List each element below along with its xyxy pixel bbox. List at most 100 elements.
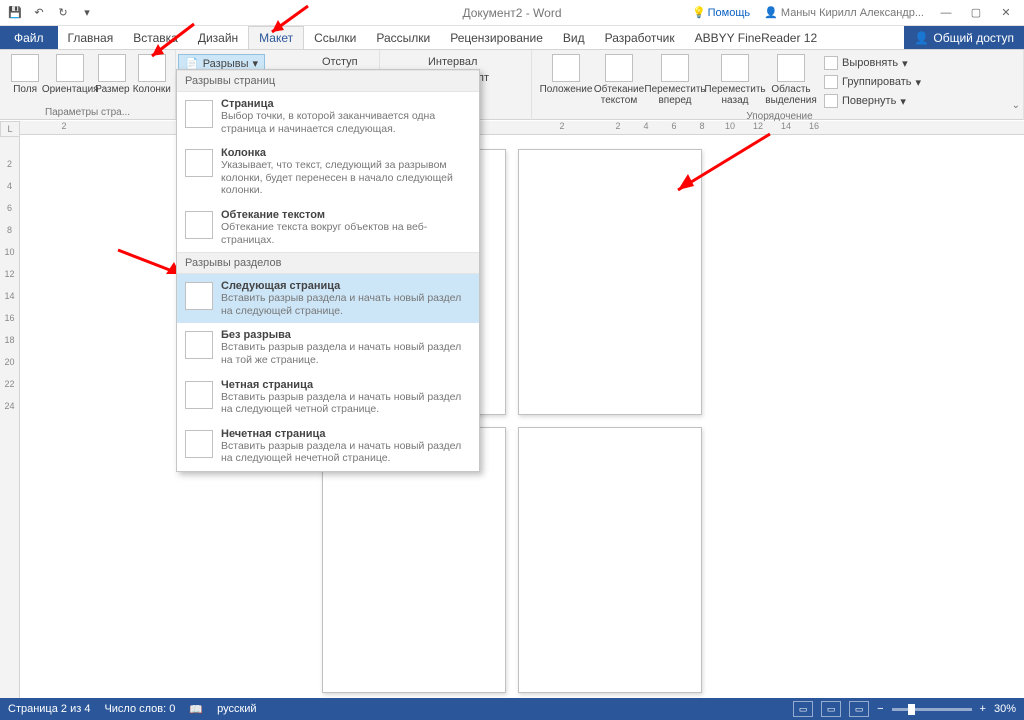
- forward-label: Переместить вперед: [644, 84, 705, 106]
- align-button[interactable]: Выровнять ▾: [818, 54, 927, 72]
- break-page-desc: Выбор точки, в которой заканчивается одн…: [221, 110, 471, 135]
- breaks-label: Разрывы: [203, 58, 249, 70]
- margins-button[interactable]: Поля: [4, 52, 46, 106]
- tab-home[interactable]: Главная: [58, 26, 124, 49]
- document-page[interactable]: [518, 149, 702, 415]
- forward-icon: [661, 54, 689, 82]
- vruler-mark: 8: [0, 225, 19, 247]
- group-label: Группировать: [842, 76, 912, 88]
- rotate-icon: [824, 94, 838, 108]
- send-backward-button[interactable]: Переместить назад: [706, 52, 764, 110]
- align-icon: [824, 56, 838, 70]
- tab-mailings[interactable]: Рассылки: [366, 26, 440, 49]
- view-read-mode[interactable]: ▭: [793, 701, 813, 717]
- section-even-page-item[interactable]: Четная страницаВставить разрыв раздела и…: [177, 373, 479, 422]
- zoom-level[interactable]: 30%: [994, 703, 1016, 715]
- position-icon: [552, 54, 580, 82]
- zoom-out-button[interactable]: −: [877, 703, 883, 715]
- columns-button[interactable]: Колонки: [133, 52, 171, 106]
- vruler-mark: 4: [0, 181, 19, 203]
- breaks-dropdown: Разрывы страниц СтраницаВыбор точки, в к…: [176, 69, 480, 472]
- tab-view[interactable]: Вид: [553, 26, 595, 49]
- rotate-button[interactable]: Повернуть ▾: [818, 92, 927, 110]
- columns-label: Колонки: [133, 84, 171, 95]
- tab-layout[interactable]: Макет: [248, 26, 304, 49]
- break-page-item[interactable]: СтраницаВыбор точки, в которой заканчива…: [177, 92, 479, 141]
- qat-redo[interactable]: ↻: [52, 2, 74, 24]
- columns-icon: [138, 54, 166, 82]
- break-column-icon: [185, 149, 213, 177]
- status-language[interactable]: русский: [217, 703, 256, 715]
- collapse-ribbon-chevron[interactable]: ⌄: [1012, 100, 1020, 111]
- section-continuous-desc: Вставить разрыв раздела и начать новый р…: [221, 341, 471, 366]
- hruler-mark: 2: [604, 121, 632, 134]
- horizontal-ruler[interactable]: 2 2 2 4 6 8 10 12 14 16: [20, 121, 1024, 135]
- status-word-count[interactable]: Число слов: 0: [104, 703, 175, 715]
- window-title: Документ2 - Word: [462, 6, 561, 20]
- user-name-label: Маныч Кирилл Александр...: [781, 7, 924, 19]
- orientation-button[interactable]: Ориентация: [48, 52, 92, 106]
- tab-review[interactable]: Рецензирование: [440, 26, 553, 49]
- qat-undo[interactable]: ↶: [28, 2, 50, 24]
- wrap-text-button[interactable]: Обтекание текстом: [594, 52, 644, 110]
- tab-design[interactable]: Дизайн: [188, 26, 248, 49]
- selection-pane-button[interactable]: Область выделения: [766, 52, 816, 110]
- bring-forward-button[interactable]: Переместить вперед: [646, 52, 704, 110]
- window-close[interactable]: ✕: [992, 2, 1020, 24]
- window-minimize[interactable]: —: [932, 2, 960, 24]
- tab-file[interactable]: Файл: [0, 26, 58, 49]
- status-proofing-icon[interactable]: 📖: [189, 703, 203, 716]
- vruler-mark: 14: [0, 291, 19, 313]
- position-label: Положение: [540, 84, 593, 95]
- margins-icon: [11, 54, 39, 82]
- selection-icon: [777, 54, 805, 82]
- qat-customize[interactable]: ▾: [76, 2, 98, 24]
- section-next-page-icon: [185, 282, 213, 310]
- vertical-ruler[interactable]: 2 4 6 8 10 12 14 16 18 20 22 24: [0, 137, 20, 698]
- tab-developer[interactable]: Разработчик: [595, 26, 685, 49]
- hruler-mark: 2: [548, 121, 576, 134]
- workspace[interactable]: [20, 137, 1024, 698]
- help-link[interactable]: 💡 Помощь: [686, 6, 756, 19]
- group-button[interactable]: Группировать ▾: [818, 73, 927, 91]
- rotate-label: Повернуть: [842, 95, 896, 107]
- section-odd-page-desc: Вставить разрыв раздела и начать новый р…: [221, 440, 471, 465]
- section-continuous-title: Без разрыва: [221, 329, 471, 341]
- break-textwrap-desc: Обтекание текста вокруг объектов на веб-…: [221, 221, 471, 246]
- share-button[interactable]: 👤 Общий доступ: [904, 26, 1024, 49]
- document-page[interactable]: [518, 427, 702, 693]
- user-account[interactable]: 👤 Маныч Кирилл Александр...: [758, 6, 930, 19]
- tab-abbyy[interactable]: ABBYY FineReader 12: [685, 26, 828, 49]
- section-continuous-item[interactable]: Без разрываВставить разрыв раздела и нач…: [177, 323, 479, 372]
- section-odd-page-icon: [185, 430, 213, 458]
- spacing-header: Интервал: [424, 52, 527, 68]
- break-column-item[interactable]: КолонкаУказывает, что текст, следующий з…: [177, 141, 479, 203]
- window-maximize[interactable]: ▢: [962, 2, 990, 24]
- status-page[interactable]: Страница 2 из 4: [8, 703, 90, 715]
- vruler-mark: 20: [0, 357, 19, 379]
- view-web-layout[interactable]: ▭: [849, 701, 869, 717]
- hruler-mark: [576, 121, 604, 134]
- zoom-slider[interactable]: [892, 708, 972, 711]
- section-next-page-item[interactable]: Следующая страницаВставить разрыв раздел…: [177, 274, 479, 323]
- vruler-mark: 12: [0, 269, 19, 291]
- page-setup-group-label: Параметры стра...: [4, 106, 171, 119]
- break-textwrap-icon: [185, 211, 213, 239]
- break-page-icon: [185, 100, 213, 128]
- qat-save[interactable]: 💾: [4, 2, 26, 24]
- position-button[interactable]: Положение: [540, 52, 592, 110]
- break-column-title: Колонка: [221, 147, 471, 159]
- tab-references[interactable]: Ссылки: [304, 26, 366, 49]
- section-odd-page-title: Нечетная страница: [221, 428, 471, 440]
- zoom-in-button[interactable]: +: [980, 703, 986, 715]
- section-even-page-title: Четная страница: [221, 379, 471, 391]
- break-textwrap-item[interactable]: Обтекание текстомОбтекание текста вокруг…: [177, 203, 479, 252]
- hruler-mark: 14: [772, 121, 800, 134]
- tab-insert[interactable]: Вставка: [123, 26, 188, 49]
- section-odd-page-item[interactable]: Нечетная страницаВставить разрыв раздела…: [177, 422, 479, 471]
- hruler-mark: 2: [50, 121, 78, 134]
- view-print-layout[interactable]: ▭: [821, 701, 841, 717]
- size-label: Размер: [95, 84, 129, 95]
- hruler-mark: 12: [744, 121, 772, 134]
- size-button[interactable]: Размер: [94, 52, 130, 106]
